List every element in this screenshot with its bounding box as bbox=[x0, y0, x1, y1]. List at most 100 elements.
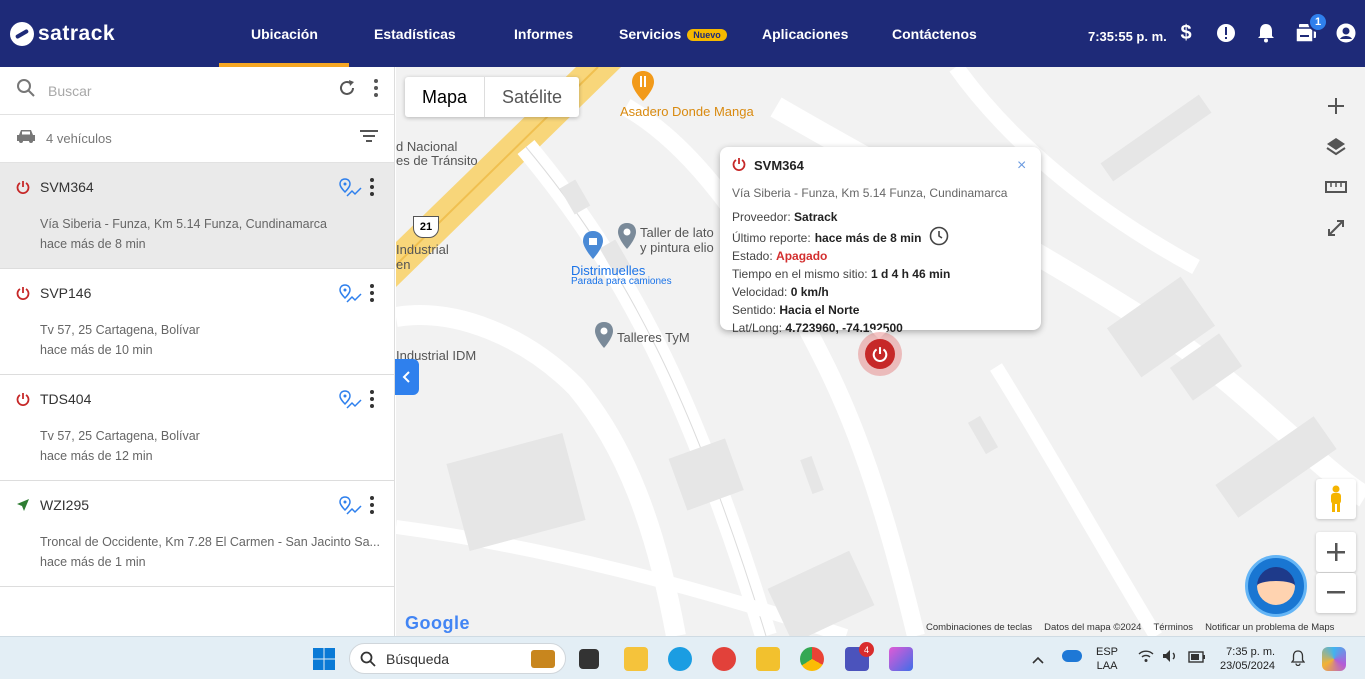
filter-icon[interactable] bbox=[360, 129, 378, 148]
sticky-notes-icon[interactable] bbox=[756, 647, 780, 671]
power-icon bbox=[732, 157, 746, 174]
wps-office-icon[interactable] bbox=[712, 647, 736, 671]
vehicle-more-icon[interactable] bbox=[370, 284, 374, 307]
top-navigation-bar: satrack Ubicación Estadísticas Informes … bbox=[0, 0, 1365, 67]
user-account-icon[interactable] bbox=[1335, 22, 1357, 44]
onedrive-icon[interactable] bbox=[1062, 650, 1082, 662]
popup-sentido-value: Hacia el Norte bbox=[779, 303, 860, 317]
popup-address: Vía Siberia - Funza, Km 5.14 Funza, Cund… bbox=[732, 186, 1008, 200]
power-icon bbox=[16, 180, 30, 199]
file-explorer-icon[interactable] bbox=[624, 647, 648, 671]
vehicle-more-icon[interactable] bbox=[370, 390, 374, 413]
poi-taller-2[interactable]: y pintura elio bbox=[640, 240, 714, 255]
map-label-industrial-2: en bbox=[396, 257, 411, 272]
car-icon bbox=[16, 128, 36, 149]
popup-estado: Estado: Apagado bbox=[732, 249, 1029, 263]
poi-asadero[interactable]: Asadero Donde Manga bbox=[620, 104, 754, 119]
clock-icon[interactable] bbox=[929, 226, 949, 249]
copilot-icon[interactable] bbox=[1322, 647, 1346, 671]
windows-start-icon[interactable] bbox=[312, 647, 336, 671]
route-icon[interactable] bbox=[338, 178, 362, 203]
language-indicator[interactable]: ESP LAA bbox=[1096, 645, 1118, 673]
header-clock: 7:35:55 p. m. bbox=[1088, 29, 1167, 44]
keyboard-layout: LAA bbox=[1096, 660, 1118, 672]
route-icon[interactable] bbox=[338, 496, 362, 521]
taskbar-clock[interactable]: 7:35 p. m. 23/05/2024 bbox=[1220, 645, 1275, 673]
task-view-icon[interactable] bbox=[579, 649, 599, 669]
street-view-pegman-icon[interactable] bbox=[1316, 479, 1356, 519]
popup-estado-value: Apagado bbox=[776, 249, 828, 263]
google-logo-text: Google bbox=[405, 613, 470, 633]
place-pin-icon[interactable] bbox=[618, 223, 636, 254]
popup-velocidad: Velocidad: 0 km/h bbox=[732, 285, 1029, 299]
nav-informes[interactable]: Informes bbox=[514, 26, 573, 42]
vehicle-list-item[interactable]: SVP146 Tv 57, 25 Cartagena, Bolívar hace… bbox=[0, 269, 394, 375]
report-problem-link[interactable]: Notificar un problema de Maps bbox=[1205, 622, 1334, 633]
battery-icon[interactable] bbox=[1188, 650, 1206, 668]
nav-aplicaciones[interactable]: Aplicaciones bbox=[762, 26, 848, 42]
search-input[interactable]: Buscar bbox=[48, 83, 338, 99]
photos-app-icon[interactable] bbox=[889, 647, 913, 671]
edge-browser-icon[interactable] bbox=[668, 647, 692, 671]
vehicle-more-icon[interactable] bbox=[370, 178, 374, 201]
chatbot-avatar-button[interactable] bbox=[1245, 555, 1307, 617]
zoom-out-button[interactable] bbox=[1316, 573, 1356, 613]
terms-link[interactable]: Términos bbox=[1153, 622, 1193, 633]
map-type-satellite[interactable]: Satélite bbox=[485, 77, 579, 117]
vehicle-plate: WZI295 bbox=[40, 497, 90, 513]
vehicle-list-item[interactable]: TDS404 Tv 57, 25 Cartagena, Bolívar hace… bbox=[0, 375, 394, 481]
popup-reporte-label: Último reporte: bbox=[732, 230, 811, 245]
popup-reporte-value: hace más de 8 min bbox=[814, 230, 922, 245]
map-view[interactable]: Mapa Satélite Asadero Donde Manga d Naci… bbox=[396, 67, 1365, 636]
power-icon bbox=[16, 392, 30, 411]
route-icon[interactable] bbox=[338, 284, 362, 309]
map-type-map[interactable]: Mapa bbox=[405, 77, 486, 117]
notification-bell-icon[interactable] bbox=[1290, 650, 1306, 671]
popup-tiempo-value: 1 d 4 h 46 min bbox=[870, 267, 951, 281]
alert-icon[interactable] bbox=[1215, 22, 1237, 44]
vehicle-marker[interactable] bbox=[858, 332, 902, 376]
nav-estadisticas[interactable]: Estadísticas bbox=[374, 26, 456, 42]
nav-servicios[interactable]: Servicios Nuevo bbox=[619, 26, 727, 42]
place-pin-icon[interactable] bbox=[595, 322, 613, 353]
vehicle-list-item[interactable]: WZI295 Troncal de Occidente, Km 7.28 El … bbox=[0, 481, 394, 587]
refresh-icon[interactable] bbox=[338, 79, 356, 102]
collapse-sidebar-button[interactable] bbox=[395, 359, 419, 395]
more-options-icon[interactable] bbox=[374, 79, 378, 102]
popup-velocidad-label: Velocidad: bbox=[732, 285, 788, 299]
zoom-in-button[interactable] bbox=[1316, 532, 1356, 572]
vehicle-more-icon[interactable] bbox=[370, 496, 374, 519]
dollar-icon[interactable]: $ bbox=[1175, 22, 1197, 44]
shopping-pin-icon[interactable] bbox=[583, 231, 603, 264]
vehicle-list-item[interactable]: SVM364 Vía Siberia - Funza, Km 5.14 Funz… bbox=[0, 163, 394, 269]
briefcase-icon bbox=[531, 649, 555, 668]
popup-title: SVM364 bbox=[732, 157, 1029, 174]
vehicle-last-report: hace más de 1 min bbox=[40, 555, 146, 569]
keyboard-shortcuts-link[interactable]: Combinaciones de teclas bbox=[926, 622, 1032, 633]
bell-icon[interactable] bbox=[1255, 22, 1277, 44]
nav-ubicacion[interactable]: Ubicación bbox=[251, 26, 318, 42]
restaurant-pin-icon[interactable] bbox=[632, 71, 654, 106]
new-badge: Nuevo bbox=[687, 29, 727, 42]
fullscreen-icon[interactable] bbox=[1316, 211, 1356, 245]
search-bar: Buscar bbox=[0, 67, 394, 115]
vehicle-plate: SVM364 bbox=[40, 179, 94, 195]
add-icon[interactable] bbox=[1316, 89, 1356, 123]
taskbar-search[interactable]: Búsqueda bbox=[349, 643, 566, 674]
close-icon[interactable]: × bbox=[1017, 157, 1026, 175]
poi-taller-1[interactable]: Taller de lato bbox=[640, 225, 714, 240]
route-icon[interactable] bbox=[338, 390, 362, 415]
wifi-icon[interactable] bbox=[1138, 649, 1154, 668]
layers-icon[interactable] bbox=[1316, 130, 1356, 164]
satrack-logo[interactable]: satrack bbox=[10, 22, 115, 46]
volume-icon[interactable] bbox=[1162, 649, 1180, 668]
ruler-icon[interactable] bbox=[1316, 170, 1356, 204]
power-icon bbox=[16, 286, 30, 305]
nav-contactenos[interactable]: Contáctenos bbox=[892, 26, 977, 42]
chevron-up-icon[interactable] bbox=[1032, 651, 1044, 669]
poi-talleres-tym[interactable]: Talleres TyM bbox=[617, 330, 690, 345]
popup-estado-label: Estado: bbox=[732, 249, 773, 263]
taskbar-time: 7:35 p. m. bbox=[1226, 646, 1276, 658]
vehicle-address: Tv 57, 25 Cartagena, Bolívar bbox=[40, 429, 200, 443]
chrome-browser-icon[interactable] bbox=[800, 647, 824, 671]
